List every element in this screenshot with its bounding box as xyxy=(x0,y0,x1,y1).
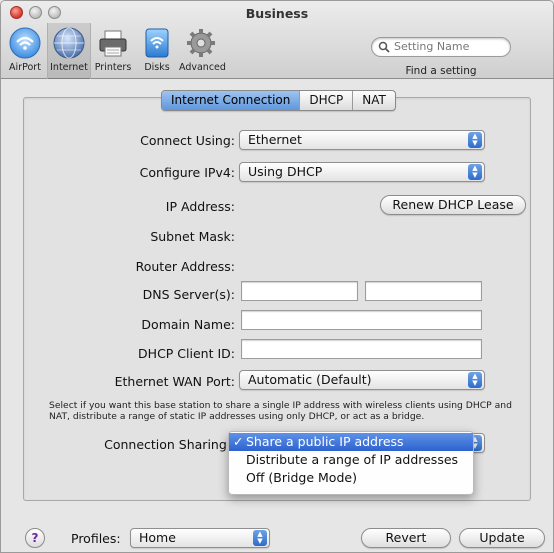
search-area: Setting Name Find a setting xyxy=(371,37,511,77)
menu-item-label: Distribute a range of IP addresses xyxy=(246,452,459,467)
toolbar-item-advanced[interactable]: Advanced xyxy=(179,23,226,79)
toolbar-label-printers: Printers xyxy=(94,62,132,73)
tab-bar: Internet Connection DHCP NAT xyxy=(161,90,396,111)
dhcp-client-id-label: DHCP Client ID: xyxy=(138,346,235,361)
dns-server-1-field[interactable] xyxy=(241,281,358,301)
toolbar-label-internet: Internet xyxy=(50,62,88,73)
tab-internet-connection[interactable]: Internet Connection xyxy=(162,91,301,110)
connection-sharing-help-text: Select if you want this base station to … xyxy=(49,400,512,422)
search-caption: Find a setting xyxy=(405,65,477,77)
toolbar-label-disks: Disks xyxy=(144,62,170,73)
update-button[interactable]: Update xyxy=(459,528,545,548)
toolbar-item-disks[interactable]: Disks xyxy=(135,23,179,79)
popup-arrows-icon: ▲ ▼ xyxy=(468,132,482,148)
toolbar-label-airport: AirPort xyxy=(9,62,41,73)
popup-arrows-icon: ▲ ▼ xyxy=(253,530,267,546)
airport-icon xyxy=(9,27,41,59)
menu-item-share-public-ip[interactable]: ✓ Share a public IP address xyxy=(229,433,473,451)
configure-ipv4-label: Configure IPv4: xyxy=(139,165,235,180)
profiles-popup[interactable]: Home ▲ ▼ xyxy=(130,528,270,548)
configure-ipv4-value: Using DHCP xyxy=(248,164,323,179)
profiles-value: Home xyxy=(139,530,176,545)
menu-item-label: Off (Bridge Mode) xyxy=(246,470,357,485)
help-button[interactable]: ? xyxy=(25,528,45,548)
connection-sharing-menu: ✓ Share a public IP address Distribute a… xyxy=(228,431,474,495)
menu-item-distribute-range[interactable]: Distribute a range of IP addresses xyxy=(229,451,473,469)
gear-icon xyxy=(187,29,215,57)
tab-dhcp[interactable]: DHCP xyxy=(300,91,354,110)
connection-sharing-label: Connection Sharing: xyxy=(104,437,231,452)
domain-name-label: Domain Name: xyxy=(141,317,235,332)
window-title: Business xyxy=(245,6,309,21)
subnet-mask-label: Subnet Mask: xyxy=(150,229,235,244)
connect-using-popup[interactable]: Ethernet ▲ ▼ xyxy=(239,130,485,150)
revert-button[interactable]: Revert xyxy=(361,528,451,548)
toolbar-item-printers[interactable]: Printers xyxy=(91,23,135,79)
ethernet-wan-port-popup[interactable]: Automatic (Default) ▲ ▼ xyxy=(239,370,485,390)
router-address-label: Router Address: xyxy=(135,259,235,274)
popup-arrows-icon: ▲ ▼ xyxy=(468,372,482,388)
tab-nat[interactable]: NAT xyxy=(353,91,395,110)
search-placeholder: Setting Name xyxy=(394,40,470,53)
ethernet-wan-port-value: Automatic (Default) xyxy=(248,372,372,387)
toolbar-items: AirPort Internet Printers Disks Advanced xyxy=(3,23,226,79)
popup-arrows-icon: ▲ ▼ xyxy=(468,164,482,180)
search-input[interactable]: Setting Name xyxy=(371,37,511,57)
toolbar-item-airport[interactable]: AirPort xyxy=(3,23,47,79)
menu-item-bridge-mode[interactable]: Off (Bridge Mode) xyxy=(229,469,473,487)
globe-icon xyxy=(53,27,85,59)
menu-item-label: Share a public IP address xyxy=(246,434,404,449)
domain-name-field[interactable] xyxy=(241,310,482,330)
dhcp-client-id-field[interactable] xyxy=(241,339,482,359)
dns-servers-label: DNS Server(s): xyxy=(142,287,235,302)
toolbar-label-advanced: Advanced xyxy=(179,62,226,73)
renew-dhcp-lease-button[interactable]: Renew DHCP Lease xyxy=(380,195,526,215)
toolbar: Business AirPort Internet Printers Disks… xyxy=(1,1,553,79)
ethernet-wan-port-label: Ethernet WAN Port: xyxy=(114,374,235,389)
dns-server-2-field[interactable] xyxy=(365,281,482,301)
connect-using-label: Connect Using: xyxy=(140,133,235,148)
ip-address-label: IP Address: xyxy=(165,199,235,214)
printer-icon xyxy=(99,30,127,57)
search-icon xyxy=(378,41,390,53)
profiles-label: Profiles: xyxy=(71,531,121,546)
connect-using-value: Ethernet xyxy=(248,132,302,147)
toolbar-item-internet[interactable]: Internet xyxy=(47,23,91,79)
airport-utility-window: Business AirPort Internet Printers Disks… xyxy=(0,0,554,553)
configure-ipv4-popup[interactable]: Using DHCP ▲ ▼ xyxy=(239,162,485,182)
checkmark-icon: ✓ xyxy=(233,434,244,449)
disk-icon xyxy=(145,28,169,58)
